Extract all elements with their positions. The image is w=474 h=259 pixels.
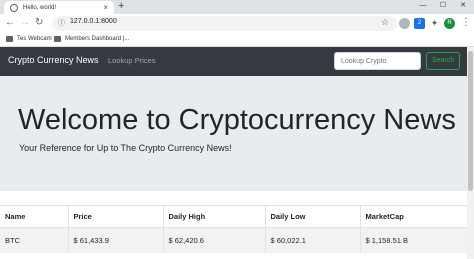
profile-avatar[interactable]: R [444,18,455,29]
search-button[interactable]: Search [426,52,460,70]
column-header: Daily High [163,205,266,228]
bookmark-label: Members Dashboard |... [65,36,130,42]
extension-badge-icon[interactable]: 2 [414,18,425,29]
table-header-row: Name Price Daily High Daily Low MarketCa… [0,205,467,228]
close-window-button[interactable]: ✕ [454,0,472,14]
page-scrollbar[interactable] [467,47,474,259]
column-header: Name [0,205,69,228]
close-tab-icon[interactable]: × [103,3,108,12]
column-header: Price [68,205,164,228]
reload-icon[interactable]: ↻ [35,17,43,29]
site-navbar: Crypto Currency News Lookup Prices Searc… [0,47,467,76]
puzzle-icon[interactable]: ✦ [429,18,440,29]
extension-icon[interactable] [399,18,410,29]
nav-link-lookup-prices[interactable]: Lookup Prices [108,56,156,65]
table-cell: $ 62,420.6 [163,227,266,253]
prices-table: Name Price Daily High Daily Low MarketCa… [0,205,467,253]
maximize-button[interactable]: ☐ [434,0,452,14]
bookmarks-bar: Tes Webcam Members Dashboard |... [0,33,474,47]
info-icon[interactable]: ⓘ [58,18,65,28]
browser-tab[interactable]: Hello, world! × [4,1,114,14]
bookmark-item[interactable]: Members Dashboard |... [54,36,129,42]
menu-icon[interactable]: ⋮ [461,17,471,29]
bookmark-star-icon[interactable]: ☆ [381,17,389,28]
tab-strip: Hello, world! × + — ☐ ✕ [0,0,474,14]
address-bar[interactable]: ⓘ 127.0.0.1:8000 ☆ [52,16,397,31]
table-cell: $ 61,433.9 [68,227,164,253]
scrollbar-thumb[interactable] [468,51,473,191]
url-text: 127.0.0.1:8000 [70,18,117,25]
browser-toolbar: ← → ↻ ⓘ 127.0.0.1:8000 ☆ 2 ✦ R ⋮ [0,14,474,33]
globe-icon [10,3,18,12]
page-title: Welcome to Cryptocurrency News [18,104,456,136]
tab-title: Hello, world! [23,4,57,11]
table-cell: BTC [0,227,69,253]
table-cell: $ 60,022.1 [265,227,361,253]
back-icon[interactable]: ← [5,17,15,29]
new-tab-button[interactable]: + [118,0,124,12]
search-input[interactable] [334,52,421,70]
page-subtitle: Your Reference for Up to The Crypto Curr… [19,143,232,153]
page-viewport: Crypto Currency News Lookup Prices Searc… [0,47,467,259]
column-header: Daily Low [265,205,361,228]
webcam-icon [6,36,13,42]
bookmark-item[interactable]: Tes Webcam [6,36,52,42]
table-row: BTC $ 61,433.9 $ 62,420.6 $ 60,022.1 $ 1… [0,227,467,253]
table-cell: $ 1,158.51 B [360,227,467,253]
forward-icon[interactable]: → [20,17,30,29]
bookmark-label: Tes Webcam [17,36,52,42]
column-header: MarketCap [360,205,467,228]
site-brand[interactable]: Crypto Currency News [8,55,99,65]
jumbotron: Welcome to Cryptocurrency News Your Refe… [0,76,467,191]
minimize-button[interactable]: — [414,0,432,14]
dashboard-icon [54,36,61,42]
